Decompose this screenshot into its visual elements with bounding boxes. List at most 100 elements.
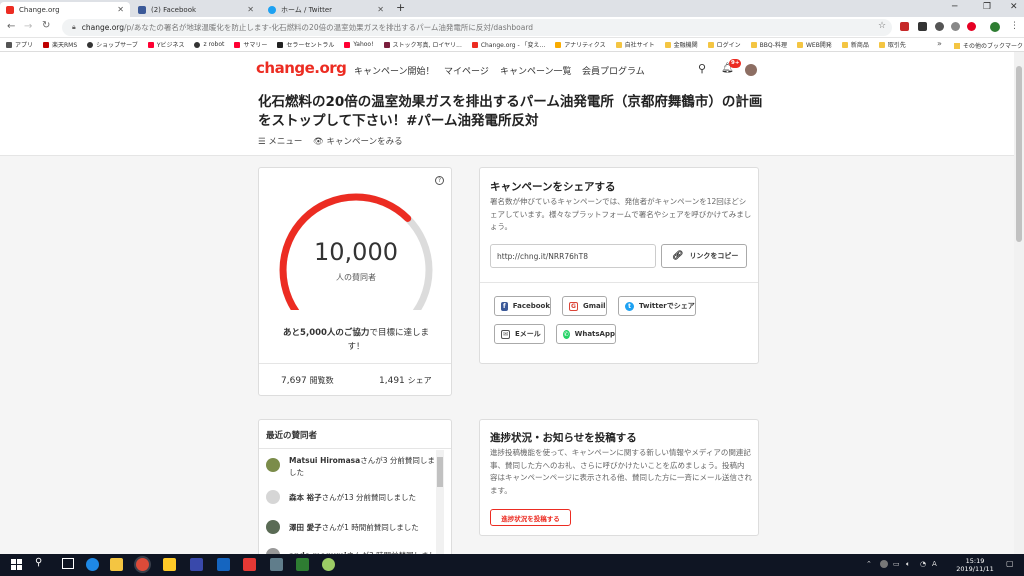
signers-scroll-thumb[interactable] [437, 457, 443, 487]
bookmark-apps[interactable]: アプリ [6, 40, 33, 49]
volume-icon[interactable]: 🔈︎ [906, 560, 910, 569]
signers-scrollbar[interactable] [436, 450, 444, 558]
network-icon[interactable]: ◔ [920, 560, 926, 568]
divider [259, 448, 451, 449]
bookmark-item[interactable]: ストック写真, ロイヤリ... [383, 40, 462, 49]
bookmark-item[interactable]: Yahoo! [344, 41, 374, 48]
windows-start-icon[interactable] [11, 559, 22, 570]
twitter-share-button[interactable]: t Twitterでシェア [618, 296, 696, 316]
notification-center-icon[interactable]: ▢ [1006, 559, 1014, 568]
bookmark-favicon-icon [147, 41, 154, 48]
close-tab-icon[interactable]: ✕ [117, 5, 124, 14]
email-share-button[interactable]: ✉ Eメール [494, 324, 545, 344]
bookmark-item[interactable]: セラーセントラル [277, 40, 334, 49]
chrome-icon[interactable] [136, 558, 149, 571]
bookmark-favicon-icon [344, 41, 351, 48]
window-close-icon[interactable]: ✕ [1010, 2, 1018, 12]
change-org-logo[interactable]: change.org [256, 59, 347, 77]
user-avatar[interactable] [745, 64, 757, 76]
post-update-button[interactable]: 進捗状況を投稿する [490, 509, 571, 526]
reload-icon[interactable]: ↻ [42, 20, 50, 31]
folder-icon [841, 41, 848, 48]
menu-link[interactable]: ☰ メニュー [258, 135, 302, 147]
lock-icon: 🔒︎ [72, 23, 76, 31]
battery-icon[interactable]: ▭ [893, 560, 900, 568]
bookmark-item[interactable]: z robot [194, 41, 224, 48]
petition-title: 化石燃料の20倍の温室効果ガスを排出するパーム油発電所（京都府舞鶴市）の計画をス… [258, 94, 763, 129]
change-org-favicon-icon [6, 5, 14, 14]
app-icon[interactable] [322, 558, 335, 571]
extension-icon[interactable] [918, 22, 927, 31]
updates-description: 進捗投稿機能を使って、キャンペーンに関する新しい情報やメディアの関連記事、賛同し… [490, 448, 752, 495]
menu-kebab-icon[interactable]: ⋮ [1010, 21, 1019, 31]
folder-icon [707, 41, 714, 48]
bookmark-folder[interactable]: WEB開発 [796, 40, 832, 49]
bookmarks-more-button[interactable]: » [937, 39, 942, 48]
tab-twitter[interactable]: ホーム / Twitter ✕ [262, 2, 390, 17]
divider [259, 363, 451, 364]
nav-my-page[interactable]: マイページ [444, 64, 489, 77]
facebook-share-button[interactable]: f Facebook [494, 296, 551, 316]
bookmark-folder[interactable]: 新商品 [841, 40, 869, 49]
other-bookmarks-folder[interactable]: その他のブックマーク [954, 41, 1023, 50]
address-bar[interactable]: 🔒︎ change.org /p/あなたの署名が地球温暖化を防止します-化石燃料… [62, 19, 892, 36]
bookmark-item[interactable]: ショップサーブ [87, 40, 138, 49]
page-scroll-thumb[interactable] [1016, 66, 1022, 242]
nav-campaign-list[interactable]: キャンペーン一覧 [500, 64, 572, 77]
bookmark-folder[interactable]: 取引先 [878, 40, 906, 49]
sticky-notes-icon[interactable] [163, 558, 176, 571]
search-icon[interactable]: ⚲ [698, 62, 706, 75]
whatsapp-share-button[interactable]: ✆ WhatsApp [556, 324, 616, 344]
task-view-icon[interactable] [62, 558, 74, 569]
extension-icon[interactable] [951, 22, 960, 31]
file-explorer-icon[interactable] [110, 558, 123, 571]
url-host: change.org [81, 23, 125, 32]
pinterest-icon[interactable] [967, 22, 976, 31]
people-icon[interactable]: ⌃ [866, 560, 872, 568]
pdf-extension-icon[interactable] [900, 22, 909, 31]
bookmark-folder[interactable]: BBQ-料理 [750, 40, 787, 49]
folder-icon [664, 41, 671, 48]
restore-icon[interactable]: ❐ [983, 2, 991, 12]
close-tab-icon[interactable]: ✕ [247, 5, 254, 14]
profile-avatar[interactable] [990, 22, 1000, 32]
search-icon[interactable]: ⚲ [35, 557, 42, 568]
view-campaign-link[interactable]: 👁︎ キャンペーンをみる [313, 135, 403, 147]
app-icon[interactable] [190, 558, 203, 571]
nav-start-campaign[interactable]: キャンペーン開始！ [354, 64, 435, 77]
bookmark-item[interactable]: 楽天RMS [43, 40, 77, 49]
bookmark-folder[interactable]: 金融機関 [664, 40, 698, 49]
tray-icon[interactable] [880, 560, 888, 568]
back-arrow-icon[interactable]: ← [7, 21, 15, 32]
nav-membership[interactable]: 会員プログラム [582, 64, 645, 77]
taskbar-clock[interactable]: 15:19 2019/11/11 [955, 557, 995, 573]
app-icon[interactable] [243, 558, 256, 571]
gmail-share-button[interactable]: G Gmail [562, 296, 607, 316]
new-tab-button[interactable]: + [396, 1, 405, 14]
bookmark-item[interactable]: Change.org - 「変え... [471, 40, 545, 49]
share-title: キャンペーンをシェアする [490, 181, 616, 193]
edge-icon[interactable] [86, 558, 99, 571]
bookmark-item[interactable]: Yビジネス [147, 40, 184, 49]
bookmark-star-icon[interactable]: ☆ [878, 21, 886, 31]
tab-strip: Change.org ✕ (2) Facebook ✕ ホーム / Twitte… [0, 0, 1024, 17]
bookmark-item[interactable]: サマリー [234, 40, 267, 49]
bookmark-folder[interactable]: ログイン [707, 40, 741, 49]
link-icon: 🔗︎ [672, 251, 684, 261]
extension-icon[interactable] [935, 22, 944, 31]
close-tab-icon[interactable]: ✕ [377, 5, 384, 14]
tab-facebook[interactable]: (2) Facebook ✕ [132, 2, 260, 17]
dropbox-icon[interactable] [217, 558, 230, 571]
ime-mode-indicator[interactable]: A [932, 560, 937, 568]
tab-change-org[interactable]: Change.org ✕ [0, 2, 130, 17]
excel-icon[interactable] [296, 558, 309, 571]
updates-title: 進捗状況・お知らせを投稿する [490, 432, 637, 444]
bookmark-item[interactable]: アナリティクス [555, 40, 606, 49]
copy-link-button[interactable]: 🔗︎ リンクをコピー [661, 244, 747, 268]
forward-arrow-icon[interactable]: → [24, 21, 32, 32]
short-url-field[interactable]: http://chng.it/NRR76hT8 [490, 244, 656, 268]
minimize-icon[interactable]: ─ [952, 2, 957, 12]
bookmark-folder[interactable]: 自社サイト [615, 40, 655, 49]
app-icon[interactable] [270, 558, 283, 571]
help-icon[interactable]: ? [435, 176, 444, 185]
